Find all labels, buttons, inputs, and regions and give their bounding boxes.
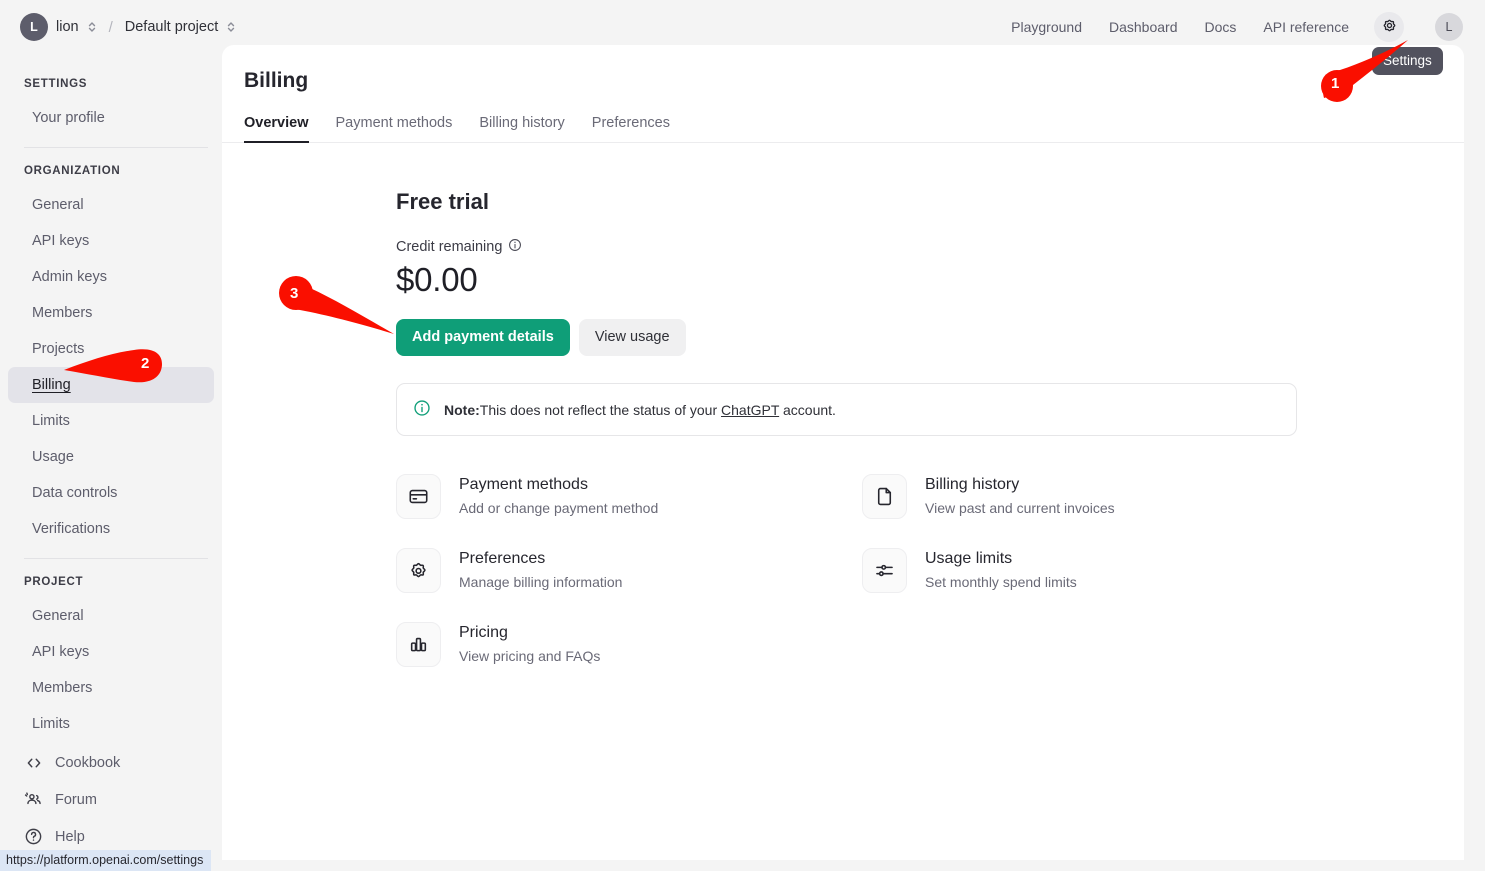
billing-overview-content: Free trial Credit remaining $0.00 Add pa… bbox=[222, 143, 1464, 673]
org-avatar: L bbox=[20, 13, 48, 41]
tab-overview[interactable]: Overview bbox=[244, 115, 309, 143]
credit-amount: $0.00 bbox=[396, 261, 478, 298]
tile-subtitle: View pricing and FAQs bbox=[459, 648, 601, 664]
info-circle-icon bbox=[413, 399, 431, 420]
sidebar-item-data-controls[interactable]: Data controls bbox=[8, 475, 214, 511]
sidebar-item-org-general[interactable]: General bbox=[8, 187, 214, 223]
tile-subtitle: Manage billing information bbox=[459, 574, 623, 590]
sidebar-item-admin-keys[interactable]: Admin keys bbox=[8, 259, 214, 295]
people-icon bbox=[24, 790, 43, 809]
tab-billing-history[interactable]: Billing history bbox=[479, 115, 564, 142]
tile-title: Usage limits bbox=[925, 550, 1013, 567]
note-banner: Note:This does not reflect the status of… bbox=[396, 383, 1297, 436]
info-circle-icon[interactable] bbox=[508, 238, 522, 256]
sidebar-item-project-limits[interactable]: Limits bbox=[8, 706, 214, 742]
credit-remaining-label: Credit remaining bbox=[396, 239, 503, 255]
nav-api-reference[interactable]: API reference bbox=[1263, 19, 1349, 35]
sidebar-section-organization: ORGANIZATION bbox=[24, 165, 121, 177]
sidebar-item-projects[interactable]: Projects bbox=[8, 331, 214, 367]
tab-preferences[interactable]: Preferences bbox=[592, 115, 670, 142]
tile-pricing[interactable]: Pricing View pricing and FAQs bbox=[396, 616, 862, 673]
document-icon bbox=[862, 474, 907, 519]
sidebar-section-settings: SETTINGS bbox=[24, 78, 88, 90]
project-name[interactable]: Default project bbox=[125, 19, 219, 35]
view-usage-button[interactable]: View usage bbox=[578, 319, 686, 356]
sidebar-item-project-members[interactable]: Members bbox=[8, 670, 214, 706]
tile-title: Preferences bbox=[459, 550, 546, 567]
tab-bar: Overview Payment methods Billing history… bbox=[222, 93, 1464, 143]
settings-gear-button[interactable] bbox=[1374, 12, 1404, 42]
plan-heading: Free trial bbox=[396, 189, 489, 214]
org-name[interactable]: lion bbox=[56, 19, 79, 35]
credit-card-icon bbox=[396, 474, 441, 519]
breadcrumb: L lion / Default project bbox=[0, 13, 236, 41]
credit-remaining-row: Credit remaining bbox=[396, 238, 1464, 256]
tile-title: Pricing bbox=[459, 624, 508, 641]
sliders-icon bbox=[862, 548, 907, 593]
sidebar-item-org-limits[interactable]: Limits bbox=[8, 403, 214, 439]
billing-tiles-grid: Payment methods Add or change payment me… bbox=[396, 468, 1316, 673]
tile-billing-history[interactable]: Billing history View past and current in… bbox=[862, 468, 1328, 525]
project-selector-chevron-icon[interactable] bbox=[226, 19, 236, 35]
sidebar-item-label: Cookbook bbox=[55, 754, 121, 771]
sidebar-item-verifications[interactable]: Verifications bbox=[8, 511, 214, 547]
tile-title: Payment methods bbox=[459, 476, 588, 493]
sidebar-item-org-api-keys[interactable]: API keys bbox=[8, 223, 214, 259]
question-circle-icon bbox=[24, 827, 43, 846]
sidebar-divider-2 bbox=[24, 558, 208, 559]
tile-payment-methods[interactable]: Payment methods Add or change payment me… bbox=[396, 468, 862, 525]
sidebar-divider-1 bbox=[24, 147, 208, 148]
sidebar-item-usage[interactable]: Usage bbox=[8, 439, 214, 475]
tile-usage-limits[interactable]: Usage limits Set monthly spend limits bbox=[862, 542, 1328, 599]
note-text-before: This does not reflect the status of your bbox=[479, 401, 722, 418]
tile-subtitle: View past and current invoices bbox=[925, 500, 1115, 516]
sidebar-item-label: Forum bbox=[55, 791, 97, 808]
user-avatar[interactable]: L bbox=[1435, 13, 1463, 41]
note-text: Note:This does not reflect the status of… bbox=[444, 402, 836, 418]
sidebar-item-project-general[interactable]: General bbox=[8, 598, 214, 634]
main-panel: Billing Overview Payment methods Billing… bbox=[222, 45, 1464, 860]
breadcrumb-separator: / bbox=[108, 18, 113, 36]
sidebar-item-cookbook[interactable]: Cookbook bbox=[0, 744, 222, 781]
status-bar-url: https://platform.openai.com/settings bbox=[0, 850, 212, 871]
sidebar-item-label: Help bbox=[55, 828, 85, 845]
tile-preferences[interactable]: Preferences Manage billing information bbox=[396, 542, 862, 599]
tab-payment-methods[interactable]: Payment methods bbox=[336, 115, 453, 142]
org-selector-chevron-icon[interactable] bbox=[87, 19, 97, 35]
sidebar-item-billing[interactable]: Billing bbox=[8, 367, 214, 403]
nav-dashboard[interactable]: Dashboard bbox=[1109, 19, 1178, 35]
action-buttons: Add payment details View usage bbox=[396, 319, 1464, 356]
nav-docs[interactable]: Docs bbox=[1204, 19, 1236, 35]
chatgpt-link[interactable]: ChatGPT bbox=[721, 402, 779, 418]
tile-subtitle: Add or change payment method bbox=[459, 500, 659, 516]
top-navigation: Playground Dashboard Docs API reference … bbox=[1011, 12, 1485, 42]
tile-title: Billing history bbox=[925, 476, 1020, 493]
gear-icon bbox=[1381, 17, 1398, 37]
sidebar-bottom-links: Cookbook Forum Help bbox=[0, 744, 222, 855]
bar-chart-icon bbox=[396, 622, 441, 667]
add-payment-details-button[interactable]: Add payment details bbox=[396, 319, 570, 356]
sidebar-item-your-profile[interactable]: Your profile bbox=[8, 100, 214, 136]
tile-subtitle: Set monthly spend limits bbox=[925, 574, 1077, 590]
sidebar-item-org-members[interactable]: Members bbox=[8, 295, 214, 331]
sidebar-item-project-api-keys[interactable]: API keys bbox=[8, 634, 214, 670]
sidebar-item-forum[interactable]: Forum bbox=[0, 781, 222, 818]
nav-playground[interactable]: Playground bbox=[1011, 19, 1082, 35]
page-title: Billing bbox=[244, 69, 309, 92]
note-prefix: Note: bbox=[444, 401, 480, 418]
sidebar-section-project: PROJECT bbox=[24, 576, 84, 588]
sidebar: SETTINGS Your profile ORGANIZATION Gener… bbox=[0, 54, 222, 871]
settings-tooltip: Settings bbox=[1372, 47, 1443, 75]
code-icon bbox=[24, 753, 43, 772]
gear-icon bbox=[396, 548, 441, 593]
note-text-after: account. bbox=[779, 401, 836, 418]
